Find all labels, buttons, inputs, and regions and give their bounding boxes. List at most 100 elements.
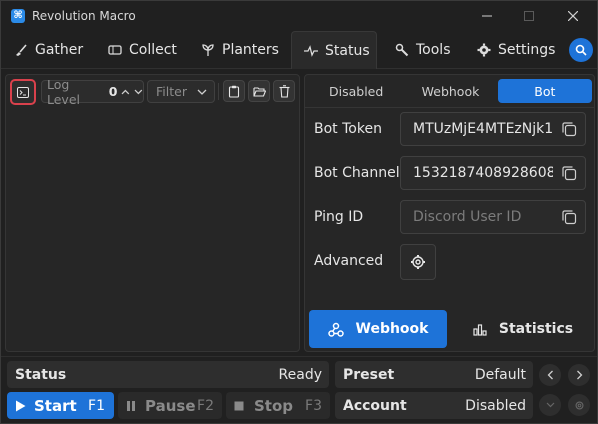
- chevron-right-icon: [576, 370, 582, 380]
- bot-channel-field[interactable]: 15321874089286082: [400, 156, 586, 190]
- clipboard-icon: [228, 85, 240, 98]
- search-icon: [575, 44, 587, 56]
- advanced-label: Advanced: [314, 253, 384, 269]
- account-dropdown-button[interactable]: [539, 394, 561, 416]
- console-toggle-button[interactable]: [10, 79, 36, 105]
- pause-hotkey: F2: [197, 397, 214, 414]
- title-bar: ⌘ Revolution Macro: [1, 1, 597, 31]
- copy-icon[interactable]: [561, 165, 577, 181]
- statistics-button[interactable]: Statistics: [455, 310, 591, 348]
- pulse-icon: [304, 44, 318, 57]
- log-level-value: 0: [108, 84, 118, 99]
- mode-disabled[interactable]: Disabled: [309, 79, 403, 103]
- wrench-icon: [395, 43, 409, 57]
- tab-tools[interactable]: Tools: [395, 31, 451, 69]
- divider: [305, 107, 594, 108]
- ticket-icon: [108, 45, 122, 55]
- mode-webhook[interactable]: Webhook: [403, 79, 497, 103]
- copy-icon[interactable]: [561, 209, 577, 225]
- preset-next-button[interactable]: [568, 364, 590, 386]
- pause-button[interactable]: Pause F2: [118, 392, 222, 419]
- minimize-icon: [482, 15, 492, 17]
- tab-label: Tools: [416, 42, 451, 58]
- account-label: Account: [343, 397, 407, 414]
- open-folder-button[interactable]: [248, 80, 270, 102]
- chevron-left-icon: [547, 370, 553, 380]
- discord-panel: Disabled Webhook Bot Bot Token MTUzMjE4M…: [304, 74, 595, 352]
- start-hotkey: F1: [88, 397, 105, 414]
- bot-token-field[interactable]: MTUzMjE4MTEzNjk1N: [400, 112, 586, 146]
- stop-hotkey: F3: [305, 397, 322, 414]
- close-button[interactable]: [553, 5, 593, 27]
- gear-icon: [411, 255, 425, 269]
- status-row: Status Ready: [7, 361, 329, 388]
- folder-open-icon: [252, 86, 266, 97]
- tab-status[interactable]: Status: [291, 31, 377, 69]
- pause-icon: [127, 400, 135, 411]
- filter-dropdown[interactable]: Filter: [147, 80, 215, 103]
- chevron-up-icon[interactable]: [121, 89, 130, 95]
- app-logo-icon: ⌘: [11, 9, 25, 23]
- tab-label: Planters: [222, 42, 279, 58]
- ping-id-field[interactable]: Discord User ID: [400, 200, 586, 234]
- minimize-button[interactable]: [467, 5, 507, 27]
- gear-icon: [575, 401, 583, 409]
- tab-label: Settings: [498, 42, 556, 58]
- gear-icon: [477, 43, 491, 57]
- discord-mode-selector: Disabled Webhook Bot: [309, 79, 592, 103]
- webhook-button[interactable]: Webhook: [309, 310, 447, 348]
- main-tab-bar: Gather Collect Planters Status Tools Set…: [1, 31, 597, 69]
- tab-collect[interactable]: Collect: [108, 31, 177, 69]
- webhook-button-label: Webhook: [355, 321, 429, 337]
- tab-settings[interactable]: Settings: [477, 31, 555, 69]
- window-title: Revolution Macro: [32, 9, 136, 23]
- tab-label: Gather: [35, 42, 84, 58]
- log-level-label: Log Level: [47, 76, 80, 107]
- copy-log-button[interactable]: [223, 80, 245, 102]
- chevron-down-icon: [546, 402, 554, 408]
- chevron-down-icon: [197, 89, 207, 95]
- chevron-down-icon[interactable]: [134, 89, 143, 95]
- log-level-select[interactable]: Log Level 0: [41, 77, 144, 107]
- sprout-icon: [202, 44, 214, 56]
- statistics-button-label: Statistics: [498, 321, 574, 337]
- copy-icon[interactable]: [561, 121, 577, 137]
- bot-token-value: MTUzMjE4MTEzNjk1N: [413, 121, 553, 137]
- tab-label: Status: [325, 42, 370, 59]
- bot-channel-label: Bot Channel: [314, 165, 400, 181]
- account-value: Disabled: [465, 397, 526, 414]
- footer-divider: [1, 356, 597, 357]
- pause-label: Pause: [145, 396, 196, 415]
- stop-button[interactable]: Stop F3: [226, 392, 330, 419]
- bar-chart-icon: [473, 323, 487, 336]
- stop-icon: [234, 401, 244, 410]
- preset-prev-button[interactable]: [539, 364, 561, 386]
- close-icon: [568, 11, 578, 21]
- status-value: Ready: [278, 366, 322, 383]
- bot-channel-value: 15321874089286082: [413, 165, 553, 181]
- trash-icon: [279, 84, 289, 98]
- bot-token-label: Bot Token: [314, 121, 382, 137]
- preset-value: Default: [474, 366, 526, 383]
- filter-label: Filter: [156, 84, 187, 99]
- clear-log-button[interactable]: [273, 80, 295, 102]
- toolbar-divider: [218, 83, 219, 100]
- account-settings-button[interactable]: [568, 394, 590, 416]
- tab-planters[interactable]: Planters: [201, 31, 279, 69]
- maximize-icon: [524, 11, 534, 21]
- status-label: Status: [15, 366, 67, 383]
- advanced-settings-button[interactable]: [400, 244, 436, 280]
- tab-label: Collect: [129, 42, 177, 58]
- brush-icon: [16, 44, 27, 56]
- mode-bot[interactable]: Bot: [497, 79, 592, 103]
- tab-gather[interactable]: Gather: [14, 31, 83, 69]
- account-row: Account Disabled: [335, 392, 533, 419]
- search-button[interactable]: [569, 38, 593, 62]
- log-panel: Log Level 0 Filter: [5, 74, 300, 352]
- start-label: Start: [34, 396, 77, 415]
- ping-id-placeholder: Discord User ID: [413, 209, 522, 225]
- ping-id-label: Ping ID: [314, 209, 364, 225]
- start-button[interactable]: Start F1: [7, 392, 114, 419]
- play-icon: [16, 400, 26, 411]
- webhook-icon: [327, 322, 344, 337]
